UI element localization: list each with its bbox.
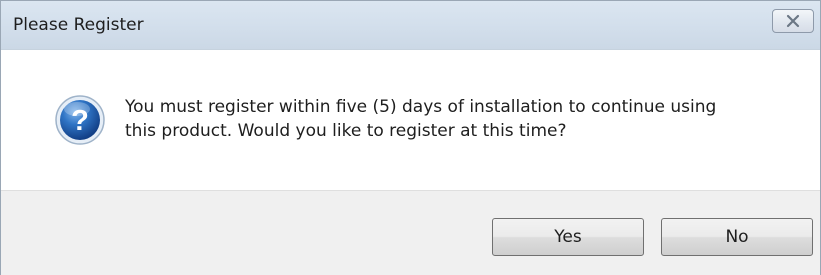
- close-icon: [785, 14, 801, 28]
- register-dialog: Please Register ? You must register with…: [0, 0, 821, 275]
- message-line-2: this product. Would you like to register…: [125, 121, 567, 141]
- message-text: You must register within five (5) days o…: [125, 95, 785, 143]
- dialog-content: ? You must register within five (5) days…: [1, 50, 820, 190]
- window-title: Please Register: [13, 15, 144, 35]
- svg-text:?: ?: [71, 105, 89, 137]
- message-line-1: You must register within five (5) days o…: [125, 97, 717, 117]
- no-button[interactable]: No: [661, 218, 813, 256]
- button-bar: Yes No: [1, 190, 820, 275]
- question-icon: ?: [54, 94, 106, 146]
- close-button[interactable]: [772, 9, 814, 33]
- yes-button[interactable]: Yes: [492, 218, 644, 256]
- title-bar[interactable]: Please Register: [1, 1, 820, 50]
